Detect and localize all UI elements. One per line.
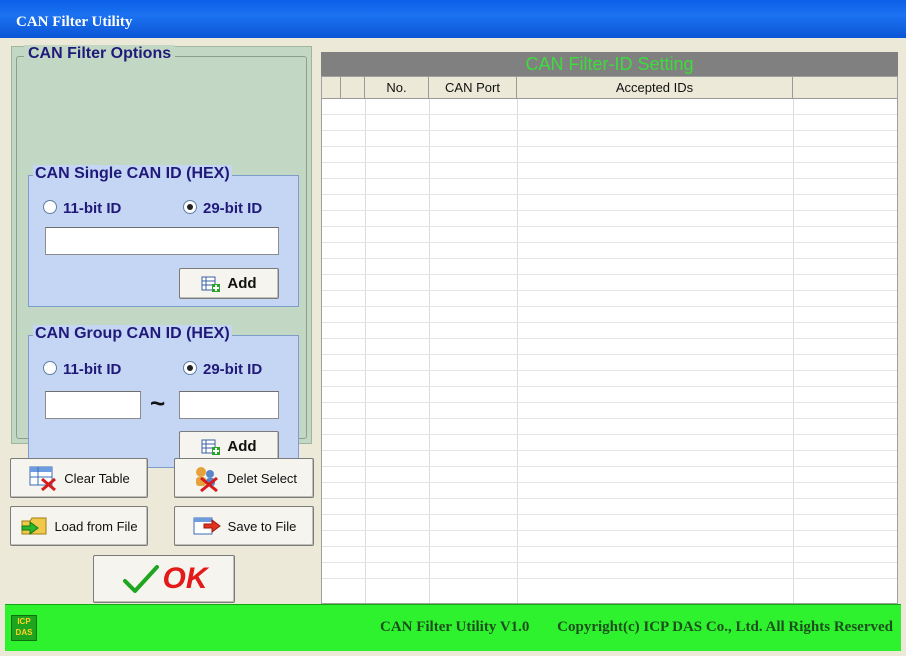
table-row[interactable] [322, 179, 897, 195]
table-row[interactable] [322, 371, 897, 387]
single-add-label: Add [227, 275, 257, 292]
main-window: CAN Filter Utility CAN Filter Options CA… [0, 0, 906, 656]
delete-select-icon [195, 467, 218, 492]
table-row[interactable] [322, 387, 897, 403]
clear-table-label: Clear Table [64, 470, 130, 486]
table-row[interactable] [322, 243, 897, 259]
table-row[interactable] [322, 275, 897, 291]
single-id-input[interactable] [45, 227, 279, 255]
save-file-button[interactable]: Save to File [174, 506, 314, 546]
filter-id-setting-header: CAN Filter-ID Setting [321, 52, 898, 76]
filter-options-title: CAN Filter Options [24, 45, 176, 63]
footer-text: CAN Filter Utility V1.0 Copyright(c) ICP… [356, 619, 893, 636]
footer-app-version: CAN Filter Utility V1.0 [379, 619, 530, 635]
table-row[interactable] [322, 515, 897, 531]
load-file-button[interactable]: Load from File [10, 506, 148, 546]
column-header-extra[interactable] [793, 77, 897, 99]
group-id-group: CAN Group CAN ID (HEX) 11-bit ID 29-bit … [28, 325, 299, 468]
checkmark-icon [122, 565, 159, 593]
column-header-blank[interactable] [341, 77, 365, 99]
table-row[interactable] [322, 547, 897, 563]
table-row[interactable] [322, 163, 897, 179]
single-add-button[interactable]: Add [179, 268, 279, 299]
title-bar: CAN Filter Utility [0, 0, 906, 38]
delete-select-label: Delet Select [226, 470, 298, 486]
table-row[interactable] [322, 115, 897, 131]
footer-copyright: Copyright(c) ICP DAS Co., Ltd. All Right… [557, 619, 893, 635]
group-29bit-label: 29-bit ID [203, 361, 263, 378]
group-id-title: CAN Group CAN ID (HEX) [33, 325, 232, 343]
table-row[interactable] [322, 211, 897, 227]
load-file-label: Load from File [54, 518, 138, 534]
single-29bit-label: 29-bit ID [203, 200, 263, 217]
single-11bit-radio-dot[interactable] [43, 200, 57, 214]
table-row[interactable] [322, 195, 897, 211]
group-11bit-radio-dot[interactable] [43, 361, 57, 375]
table-row[interactable] [322, 419, 897, 435]
group-from-input[interactable] [45, 391, 141, 419]
save-file-label: Save to File [227, 518, 297, 534]
client-area: CAN Filter Options CAN Single CAN ID (HE… [5, 38, 901, 604]
table-row[interactable] [322, 403, 897, 419]
table-row[interactable] [322, 131, 897, 147]
table-row[interactable] [322, 483, 897, 499]
column-header-selector[interactable] [322, 77, 341, 99]
table-row[interactable] [322, 323, 897, 339]
table-row[interactable] [322, 339, 897, 355]
icp-das-logo: ICP DAS [11, 615, 37, 641]
delete-select-button[interactable]: Delet Select [174, 458, 314, 498]
add-icon [201, 276, 221, 292]
column-header-can-port[interactable]: CAN Port [429, 77, 517, 99]
clear-table-icon [29, 466, 57, 492]
single-id-title: CAN Single CAN ID (HEX) [33, 165, 232, 183]
group-29bit-radio[interactable]: 29-bit ID [183, 361, 262, 378]
status-bar: ICP DAS CAN Filter Utility V1.0 Copyrigh… [5, 604, 901, 651]
table-row[interactable] [322, 291, 897, 307]
single-29bit-radio[interactable]: 29-bit ID [183, 200, 262, 217]
table-row[interactable] [322, 227, 897, 243]
window-title: CAN Filter Utility [16, 14, 133, 30]
table-row[interactable] [322, 467, 897, 483]
table-row[interactable] [322, 563, 897, 579]
group-add-label: Add [227, 438, 257, 455]
range-tilde: ~ [150, 388, 166, 418]
filter-options-panel: CAN Filter Options CAN Single CAN ID (HE… [11, 45, 312, 468]
load-file-icon [21, 517, 47, 535]
table-row[interactable] [322, 307, 897, 323]
table-row[interactable] [322, 147, 897, 163]
table-row[interactable] [322, 355, 897, 371]
single-29bit-radio-dot[interactable] [183, 200, 197, 214]
single-11bit-label: 11-bit ID [63, 200, 122, 217]
table-row[interactable] [322, 451, 897, 467]
add-icon [201, 439, 221, 455]
column-header-accepted-ids[interactable]: Accepted IDs [517, 77, 793, 99]
filter-id-table[interactable]: No. CAN Port Accepted IDs [321, 76, 898, 604]
ok-label: OK [162, 562, 208, 595]
group-to-input[interactable] [179, 391, 279, 419]
save-file-icon [193, 517, 221, 535]
group-29bit-radio-dot[interactable] [183, 361, 197, 375]
clear-table-button[interactable]: Clear Table [10, 458, 148, 498]
table-row[interactable] [322, 435, 897, 451]
single-11bit-radio[interactable]: 11-bit ID [43, 200, 121, 217]
column-header-no[interactable]: No. [365, 77, 429, 99]
table-row[interactable] [322, 531, 897, 547]
ok-button[interactable]: OK [93, 555, 235, 603]
group-11bit-label: 11-bit ID [63, 361, 122, 378]
group-11bit-radio[interactable]: 11-bit ID [43, 361, 121, 378]
single-id-group: CAN Single CAN ID (HEX) 11-bit ID 29-bit… [28, 165, 299, 307]
table-row[interactable] [322, 99, 897, 115]
table-row[interactable] [322, 499, 897, 515]
table-row[interactable] [322, 259, 897, 275]
